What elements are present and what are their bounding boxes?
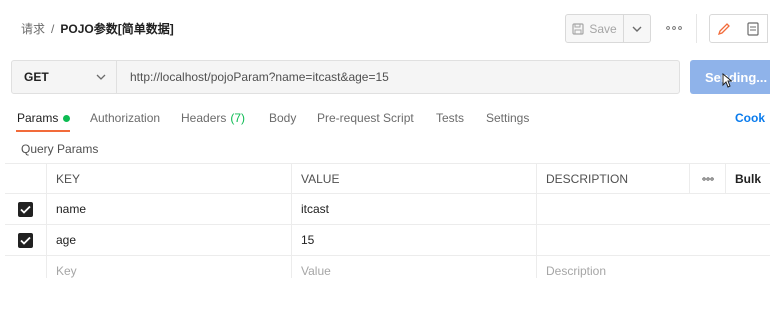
tab-params-label: Params [17, 111, 59, 125]
column-header-description: DESCRIPTION [536, 164, 689, 193]
cookies-link[interactable]: Cook [735, 111, 765, 125]
params-indicator-dot [63, 114, 71, 122]
tab-headers-label: Headers [181, 111, 227, 125]
row-checkbox[interactable] [18, 201, 33, 217]
tab-headers[interactable]: Headers (7) [181, 111, 245, 125]
header-check-cell [5, 164, 46, 193]
tab-authorization[interactable]: Authorization [90, 111, 160, 125]
save-dropdown-button[interactable] [624, 15, 650, 42]
row-checkbox-cell [5, 225, 46, 255]
column-header-key: KEY [46, 164, 291, 193]
bulk-edit-button[interactable]: Bulk [725, 164, 770, 193]
more-actions-button[interactable] [664, 20, 684, 36]
tab-tests-label: Tests [436, 111, 465, 125]
chevron-down-icon [96, 74, 106, 80]
documentation-button[interactable] [738, 14, 768, 43]
chevron-down-icon [632, 26, 642, 32]
document-icon [746, 21, 759, 36]
header-divider [696, 14, 697, 43]
request-tabs: Params Authorization Headers (7) Body Pr… [0, 103, 770, 133]
tab-body[interactable]: Body [269, 111, 296, 125]
active-tab-underline [16, 130, 70, 132]
url-input[interactable]: http://localhost/pojoParam?name=itcast&a… [117, 61, 679, 93]
more-icon [666, 26, 682, 30]
tab-settings[interactable]: Settings [486, 111, 529, 125]
more-icon [701, 176, 714, 181]
new-row-check-cell [5, 256, 46, 278]
new-value-input[interactable]: Value [291, 256, 536, 278]
table-row: name itcast [5, 194, 770, 225]
breadcrumb-separator: / [51, 21, 55, 36]
tab-pre-request-script[interactable]: Pre-request Script [317, 111, 414, 125]
tab-settings-label: Settings [486, 111, 530, 125]
row-description[interactable] [536, 194, 689, 224]
new-param-row: Key Value Description [5, 256, 770, 278]
method-select[interactable]: GET [12, 61, 117, 93]
row-key[interactable]: name [46, 194, 291, 224]
request-bar: GET http://localhost/pojoParam?name=itca… [11, 60, 680, 94]
edit-icon [717, 22, 730, 35]
table-row: age 15 [5, 225, 770, 256]
breadcrumb-current[interactable]: POJO参数[简单数据] [60, 20, 173, 37]
save-icon [572, 22, 584, 35]
check-icon [20, 236, 31, 245]
tab-headers-count: (7) [230, 111, 246, 125]
new-key-input[interactable]: Key [46, 256, 291, 278]
query-params-label: Query Params [21, 142, 99, 156]
check-icon [20, 205, 31, 214]
tab-tests[interactable]: Tests [436, 111, 464, 125]
tab-body-label: Body [269, 111, 297, 125]
edit-button[interactable] [709, 14, 739, 43]
breadcrumb: 请求 / POJO参数[简单数据] [21, 20, 174, 37]
columns-more-button[interactable] [689, 164, 725, 193]
save-button[interactable]: Save [566, 15, 624, 42]
tab-params[interactable]: Params [17, 111, 71, 125]
new-description-input[interactable]: Description [536, 256, 689, 278]
method-label: GET [24, 70, 49, 84]
row-value[interactable]: itcast [291, 194, 536, 224]
row-key[interactable]: age [46, 225, 291, 255]
column-header-value: VALUE [291, 164, 536, 193]
row-value[interactable]: 15 [291, 225, 536, 255]
breadcrumb-parent[interactable]: 请求 [21, 20, 45, 37]
row-checkbox-cell [5, 194, 46, 224]
cursor-icon [722, 73, 732, 88]
save-label: Save [589, 21, 617, 36]
row-description[interactable] [536, 225, 689, 255]
tab-pre-request-script-label: Pre-request Script [317, 111, 414, 125]
save-group: Save [565, 14, 651, 43]
request-header: 请求 / POJO参数[简单数据] Save [0, 0, 770, 55]
table-header-row: KEY VALUE DESCRIPTION Bulk [5, 163, 770, 194]
row-checkbox[interactable] [18, 232, 33, 248]
tab-authorization-label: Authorization [90, 111, 161, 125]
